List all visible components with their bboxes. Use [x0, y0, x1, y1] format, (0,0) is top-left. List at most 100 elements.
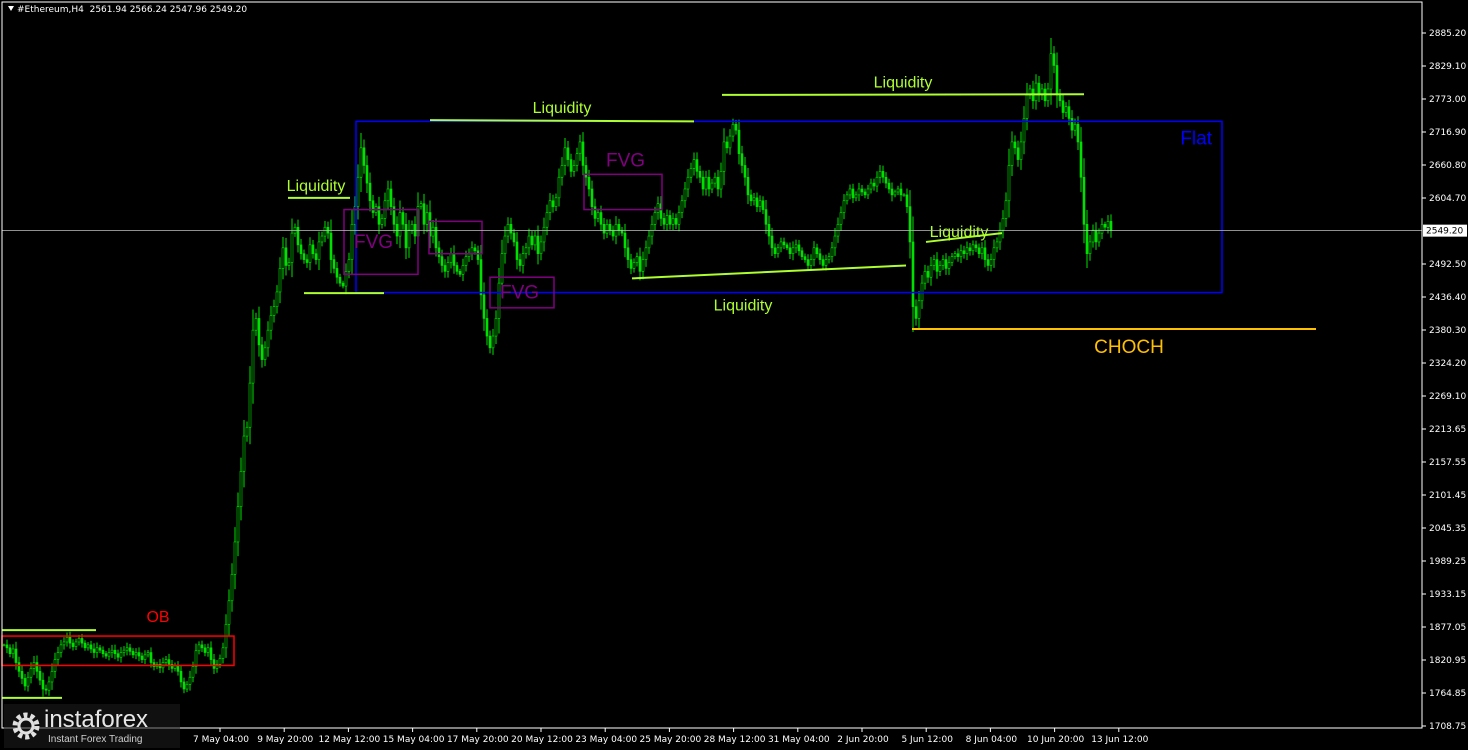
candle-body — [791, 247, 795, 255]
candle-body — [584, 165, 588, 178]
candle-body — [140, 655, 144, 660]
candle-body — [1079, 141, 1083, 178]
candle-body — [626, 247, 630, 260]
candle-body — [971, 244, 975, 252]
candle-body — [455, 265, 459, 272]
candle-body — [1094, 229, 1098, 243]
candle-body — [488, 335, 492, 349]
candle-body — [890, 188, 894, 196]
candle-body — [167, 659, 171, 665]
candle-body — [62, 641, 66, 646]
candle-body — [185, 683, 189, 690]
candle-body — [230, 573, 234, 602]
candle-body — [197, 644, 201, 652]
y-tick-label: 2380.30 — [1429, 326, 1466, 336]
candle-body — [683, 188, 687, 202]
candle-body — [818, 253, 822, 260]
candle-body — [17, 662, 21, 672]
liquidity-label: Liquidity — [533, 100, 592, 117]
candle-body — [1001, 218, 1005, 231]
x-tick-label: 15 May 04:00 — [383, 735, 445, 745]
x-tick-label: 13 Jun 12:00 — [1091, 735, 1148, 745]
y-tick-label: 1989.25 — [1429, 557, 1466, 567]
candle-body — [14, 648, 18, 663]
candle-body — [728, 135, 732, 149]
candle-body — [698, 171, 702, 178]
candle-body — [1010, 141, 1014, 166]
y-tick-label: 1820.95 — [1429, 656, 1466, 666]
candle-body — [923, 271, 927, 284]
dropdown-arrow-icon[interactable] — [8, 6, 14, 11]
candle-body — [743, 165, 747, 178]
candle-body — [164, 659, 168, 663]
liquidity-label: Liquidity — [287, 178, 346, 195]
candle-body — [269, 315, 273, 331]
candle-body — [404, 223, 408, 249]
candle-body — [104, 653, 108, 657]
candle-body — [635, 256, 639, 263]
candle-body — [440, 256, 444, 266]
candle-body — [992, 247, 996, 260]
candle-body — [1106, 221, 1110, 228]
candle-body — [533, 235, 537, 246]
candle-body — [296, 226, 300, 246]
candle-body — [242, 435, 246, 472]
chart-area[interactable]: Flat FVG FVG FVG OB Liquidity Liquidity Liquidi… — [0, 0, 1468, 750]
candle-body — [668, 215, 672, 225]
candle-body — [452, 253, 456, 266]
candle-body — [212, 659, 216, 669]
ohlc-values: 2561.94 2566.24 2547.96 2549.20 — [89, 5, 248, 15]
candle-body — [899, 188, 903, 196]
candle-body — [551, 200, 555, 207]
candle-body — [737, 129, 741, 155]
candle-body — [758, 200, 762, 207]
candle-body — [1103, 223, 1107, 228]
y-tick-label: 2157.55 — [1429, 458, 1466, 468]
candle-body — [1100, 223, 1104, 234]
candle-body — [329, 232, 333, 260]
candle-body — [536, 235, 540, 255]
candle-body — [290, 232, 294, 263]
candle-body — [131, 651, 135, 656]
candle-body — [746, 176, 750, 196]
fvg-label: FVG — [500, 283, 539, 304]
candle-body — [599, 212, 603, 225]
candle-body — [884, 176, 888, 184]
candle-body — [272, 306, 276, 316]
candle-body — [833, 235, 837, 249]
candle-body — [203, 647, 207, 653]
candle-body — [803, 256, 807, 260]
candle-body — [932, 259, 936, 266]
candle-body — [785, 244, 789, 249]
candle-body — [983, 247, 987, 260]
candle-body — [917, 300, 921, 319]
symbol-label: #Ethereum,H4 — [17, 5, 84, 15]
candle-body — [827, 256, 831, 260]
candle-body — [77, 638, 81, 643]
candle-body — [287, 262, 291, 266]
candle-body — [1058, 94, 1062, 102]
candle-body — [794, 244, 798, 249]
candle-body — [44, 688, 48, 691]
x-tick-label: 9 May 20:00 — [257, 735, 313, 745]
candle-body — [1076, 123, 1080, 143]
candle-body — [479, 259, 483, 296]
candle-body — [965, 247, 969, 255]
candle-body — [92, 648, 96, 653]
candle-body — [950, 256, 954, 263]
candle-body — [506, 223, 510, 237]
candle-body — [359, 147, 363, 178]
candle-body — [716, 176, 720, 190]
candle-body — [437, 247, 441, 257]
candle-body — [602, 223, 606, 234]
candle-body — [638, 256, 642, 272]
candle-body — [83, 642, 87, 649]
candle-body — [299, 244, 303, 255]
candle-body — [251, 329, 255, 384]
flat-label: Flat — [1180, 128, 1212, 149]
candle-body — [1034, 82, 1038, 102]
candle-body — [518, 259, 522, 266]
candle-body — [449, 253, 453, 263]
candle-body — [557, 176, 561, 199]
candle-body — [11, 648, 15, 655]
